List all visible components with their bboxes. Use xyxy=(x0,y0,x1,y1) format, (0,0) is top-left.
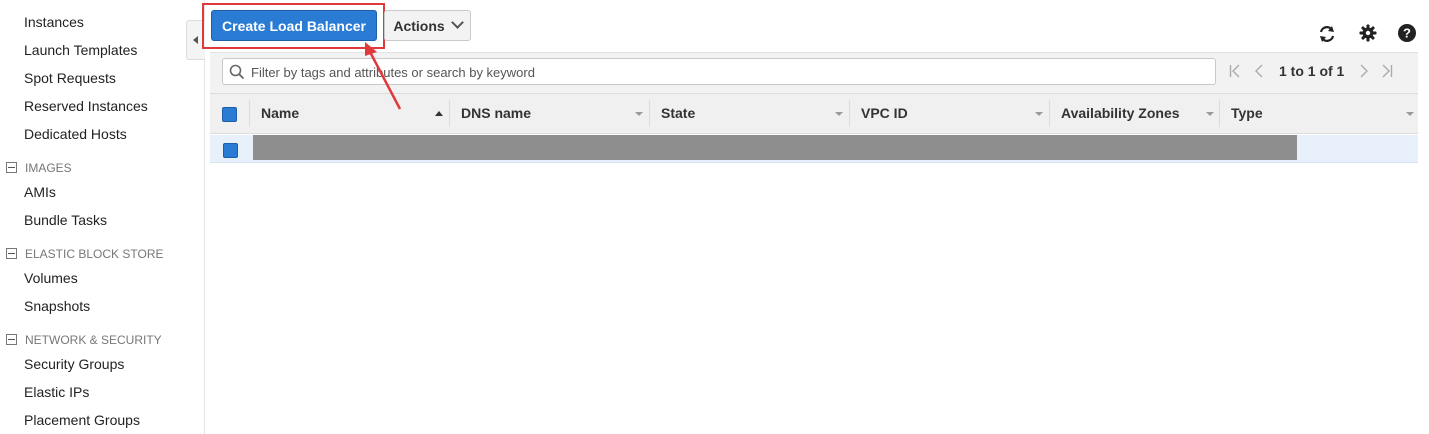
column-divider xyxy=(249,100,250,127)
actions-label: Actions xyxy=(393,17,445,34)
gear-icon[interactable] xyxy=(1358,23,1378,43)
sort-icon[interactable] xyxy=(835,112,843,116)
row-checkbox[interactable] xyxy=(223,143,238,158)
sort-icon[interactable] xyxy=(1206,112,1214,116)
sort-icon[interactable] xyxy=(1035,112,1043,116)
column-header-name[interactable]: Name xyxy=(261,93,299,134)
pagination-text: 1 to 1 of 1 xyxy=(1279,63,1345,79)
last-page-icon[interactable] xyxy=(1381,64,1393,78)
column-header-vpc-id[interactable]: VPC ID xyxy=(861,93,908,134)
column-divider xyxy=(1049,100,1050,127)
column-header-state[interactable]: State xyxy=(661,93,695,134)
sidebar-collapse-icon[interactable] xyxy=(186,20,205,60)
column-header-dns-name[interactable]: DNS name xyxy=(461,93,531,134)
actions-dropdown-button[interactable]: Actions xyxy=(384,10,471,41)
collapse-icon[interactable] xyxy=(6,162,17,174)
sidebar-item-security-groups[interactable]: Security Groups xyxy=(24,355,124,373)
svg-text:?: ? xyxy=(1403,26,1411,41)
refresh-icon[interactable] xyxy=(1317,24,1337,44)
select-all-checkbox[interactable] xyxy=(222,107,237,122)
collapse-icon[interactable] xyxy=(6,334,17,346)
sidebar-section-network-security[interactable]: NETWORK & SECURITY xyxy=(6,332,162,348)
sidebar-item-launch-templates[interactable]: Launch Templates xyxy=(24,41,137,59)
sidebar-item-instances[interactable]: Instances xyxy=(24,13,84,31)
sort-ascending-icon[interactable] xyxy=(435,111,443,116)
sidebar-item-placement-groups[interactable]: Placement Groups xyxy=(24,411,140,429)
sidebar-item-elastic-ips[interactable]: Elastic IPs xyxy=(24,383,89,401)
sidebar-section-label: IMAGES xyxy=(25,161,72,175)
column-header-type[interactable]: Type xyxy=(1231,93,1263,134)
sidebar-item-snapshots[interactable]: Snapshots xyxy=(24,297,90,315)
search-icon xyxy=(229,64,245,80)
sidebar: Instances Launch Templates Spot Requests… xyxy=(0,0,205,434)
sidebar-section-label: ELASTIC BLOCK STORE xyxy=(25,247,164,261)
help-icon[interactable]: ? xyxy=(1397,23,1417,43)
next-page-icon[interactable] xyxy=(1359,64,1369,78)
redacted-row-content xyxy=(253,135,1297,160)
column-header-availability-zones[interactable]: Availability Zones xyxy=(1061,93,1180,134)
sidebar-section-images[interactable]: IMAGES xyxy=(6,160,72,176)
sidebar-item-bundle-tasks[interactable]: Bundle Tasks xyxy=(24,211,107,229)
annotation-arrow-icon xyxy=(365,42,402,110)
sidebar-section-elastic-block-store[interactable]: ELASTIC BLOCK STORE xyxy=(6,246,164,262)
sort-icon[interactable] xyxy=(1406,112,1414,116)
prev-page-icon[interactable] xyxy=(1254,64,1264,78)
column-divider xyxy=(1219,100,1220,127)
sidebar-item-volumes[interactable]: Volumes xyxy=(24,269,78,287)
column-divider xyxy=(449,100,450,127)
sidebar-item-reserved-instances[interactable]: Reserved Instances xyxy=(24,97,148,115)
sidebar-item-dedicated-hosts[interactable]: Dedicated Hosts xyxy=(24,125,127,143)
sort-icon[interactable] xyxy=(635,112,643,116)
column-divider xyxy=(849,100,850,127)
collapse-icon[interactable] xyxy=(6,248,17,260)
column-divider xyxy=(649,100,650,127)
first-page-icon[interactable] xyxy=(1229,64,1241,78)
sidebar-item-amis[interactable]: AMIs xyxy=(24,183,56,201)
create-load-balancer-button[interactable]: Create Load Balancer xyxy=(211,10,377,41)
sidebar-section-label: NETWORK & SECURITY xyxy=(25,333,162,347)
sidebar-item-spot-requests[interactable]: Spot Requests xyxy=(24,69,116,87)
chevron-down-icon xyxy=(450,16,464,29)
